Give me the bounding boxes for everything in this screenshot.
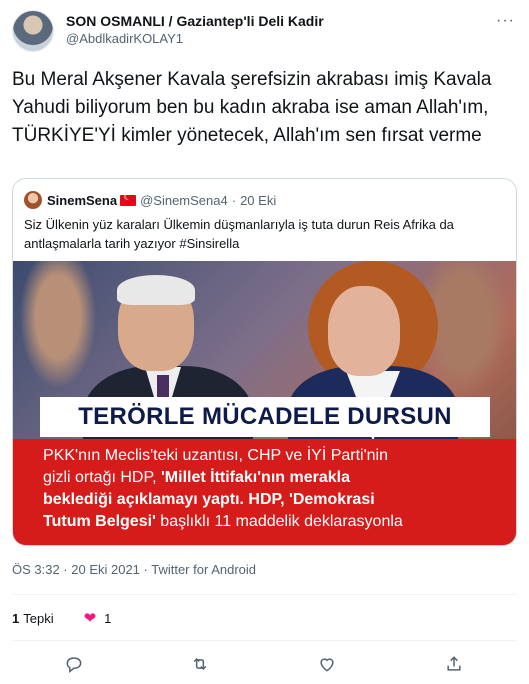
media-body-line: Tutum Belgesi' başlıklı 11 maddelik dekl… — [43, 513, 403, 530]
media-body-line: PKK'nın Meclis'teki uzantısı, CHP ve İYİ… — [43, 447, 389, 464]
heart-filled-icon: ❤ — [83, 610, 97, 627]
tweet-timestamp[interactable]: ÖS 3:32 · 20 Eki 2021 · Twitter for Andr… — [12, 562, 256, 577]
author-names: SON OSMANLI / Gaziantep'li Deli Kadir @A… — [66, 12, 324, 48]
turkish-flag-icon — [120, 192, 137, 206]
tweet-text: Bu Meral Akşener Kavala şerefsizin akrab… — [12, 69, 492, 146]
quoted-media-image[interactable]: TERÖRLE MÜCADELE DURSUN PKK'nın Meclis't… — [13, 261, 516, 545]
separator-dot: · — [231, 192, 237, 208]
like-count[interactable]: 1 — [104, 611, 111, 626]
quoted-date: 20 Eki — [240, 192, 277, 208]
more-icon[interactable]: ··· — [496, 12, 515, 30]
reply-icon[interactable] — [60, 650, 88, 678]
author-avatar[interactable] — [12, 10, 54, 52]
media-body-line: gizli ortağı HDP, 'Millet İttifakı'nın m… — [43, 469, 350, 486]
quoted-tweet[interactable]: SinemSena @SinemSena4 · 20 Eki Siz Ülken… — [12, 178, 517, 546]
divider — [12, 594, 517, 595]
quoted-author-handle: @SinemSena4 — [140, 192, 228, 208]
retweet-icon[interactable] — [186, 650, 214, 678]
media-body-text: PKK'nın Meclis'teki uzantısı, CHP ve İYİ… — [43, 445, 493, 533]
quote-label[interactable]: Tepki — [23, 611, 53, 626]
quoted-tweet-text: Siz Ülkenin yüz karaları Ülkemin düşmanl… — [24, 217, 454, 251]
author-handle[interactable]: @AbdlkadirKOLAY1 — [66, 30, 324, 48]
author-display-name[interactable]: SON OSMANLI / Gaziantep'li Deli Kadir — [66, 12, 324, 30]
divider — [12, 640, 517, 641]
tweet-stats: 1 Tepki ❤ 1 — [12, 609, 111, 627]
media-headline: TERÖRLE MÜCADELE DURSUN — [40, 397, 490, 437]
quoted-author-name: SinemSena — [47, 192, 118, 208]
share-icon[interactable] — [440, 650, 468, 678]
quote-count[interactable]: 1 — [12, 611, 19, 626]
tweet-header: SON OSMANLI / Gaziantep'li Deli Kadir @A… — [12, 10, 517, 54]
quoted-author-avatar — [24, 191, 42, 209]
tweet-actions — [0, 650, 529, 678]
media-body-line: beklediği açıklamayı yaptı. HDP, 'Demokr… — [43, 491, 375, 508]
quoted-tweet-header: SinemSena @SinemSena4 · 20 Eki — [24, 191, 276, 209]
like-icon[interactable] — [313, 650, 341, 678]
